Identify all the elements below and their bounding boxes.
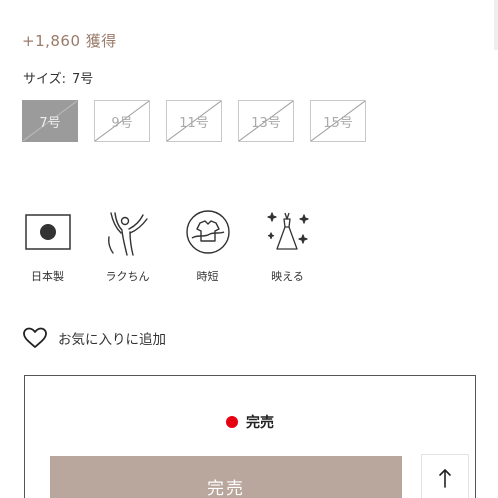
size-option-label: 7号 [39,115,61,131]
favorites-label: お気に入りに追加 [58,332,166,348]
size-label: サイズ: 7号 [23,68,93,87]
heart-icon [23,327,47,348]
add-to-favorites-button[interactable]: お気に入りに追加 [22,326,166,350]
purchase-panel: 完売 完売 [24,375,476,498]
stretch-person-icon [102,206,154,258]
size-options: 7号 9号 11号 13号 15号 [22,100,366,142]
size-option-label: 11号 [179,115,209,131]
sparkle-dress-icon [262,206,314,258]
status-dot-icon [226,416,238,428]
size-option-11[interactable]: 11号 [166,100,222,142]
size-option-7[interactable]: 7号 [22,100,78,142]
stock-status: 完売 [25,412,475,432]
stock-status-text: 完売 [246,415,274,431]
size-option-label: 15号 [323,115,353,131]
size-option-13[interactable]: 13号 [238,100,294,142]
feature-label: 時短 [196,270,219,283]
feature-icons: 日本製 ラクちん 時短 映える [20,206,315,284]
arrow-up-icon [439,469,451,488]
feature-label: ラクちん [105,270,150,283]
feature-label: 映える [271,270,304,283]
size-label-text: サイズ: [23,72,66,87]
feature-time-saving: 時短 [180,206,235,284]
scroll-to-top-button[interactable] [421,454,469,498]
feature-photogenic: 映える [260,206,315,284]
size-selected-value: 7号 [72,72,94,87]
size-option-15[interactable]: 15号 [310,100,366,142]
size-option-label: 9号 [111,115,133,131]
points-earned: +1,860 獲得 [22,32,117,50]
feature-comfort: ラクちん [100,206,155,284]
japan-flag-icon [22,206,74,258]
sold-out-button[interactable]: 完売 [50,456,402,498]
feature-label: 日本製 [31,270,64,283]
feature-made-in-japan: 日本製 [20,206,75,284]
time-saving-shirt-icon [182,206,234,258]
scrollbar-edge [494,0,498,50]
size-option-9[interactable]: 9号 [94,100,150,142]
size-option-label: 13号 [251,115,281,131]
